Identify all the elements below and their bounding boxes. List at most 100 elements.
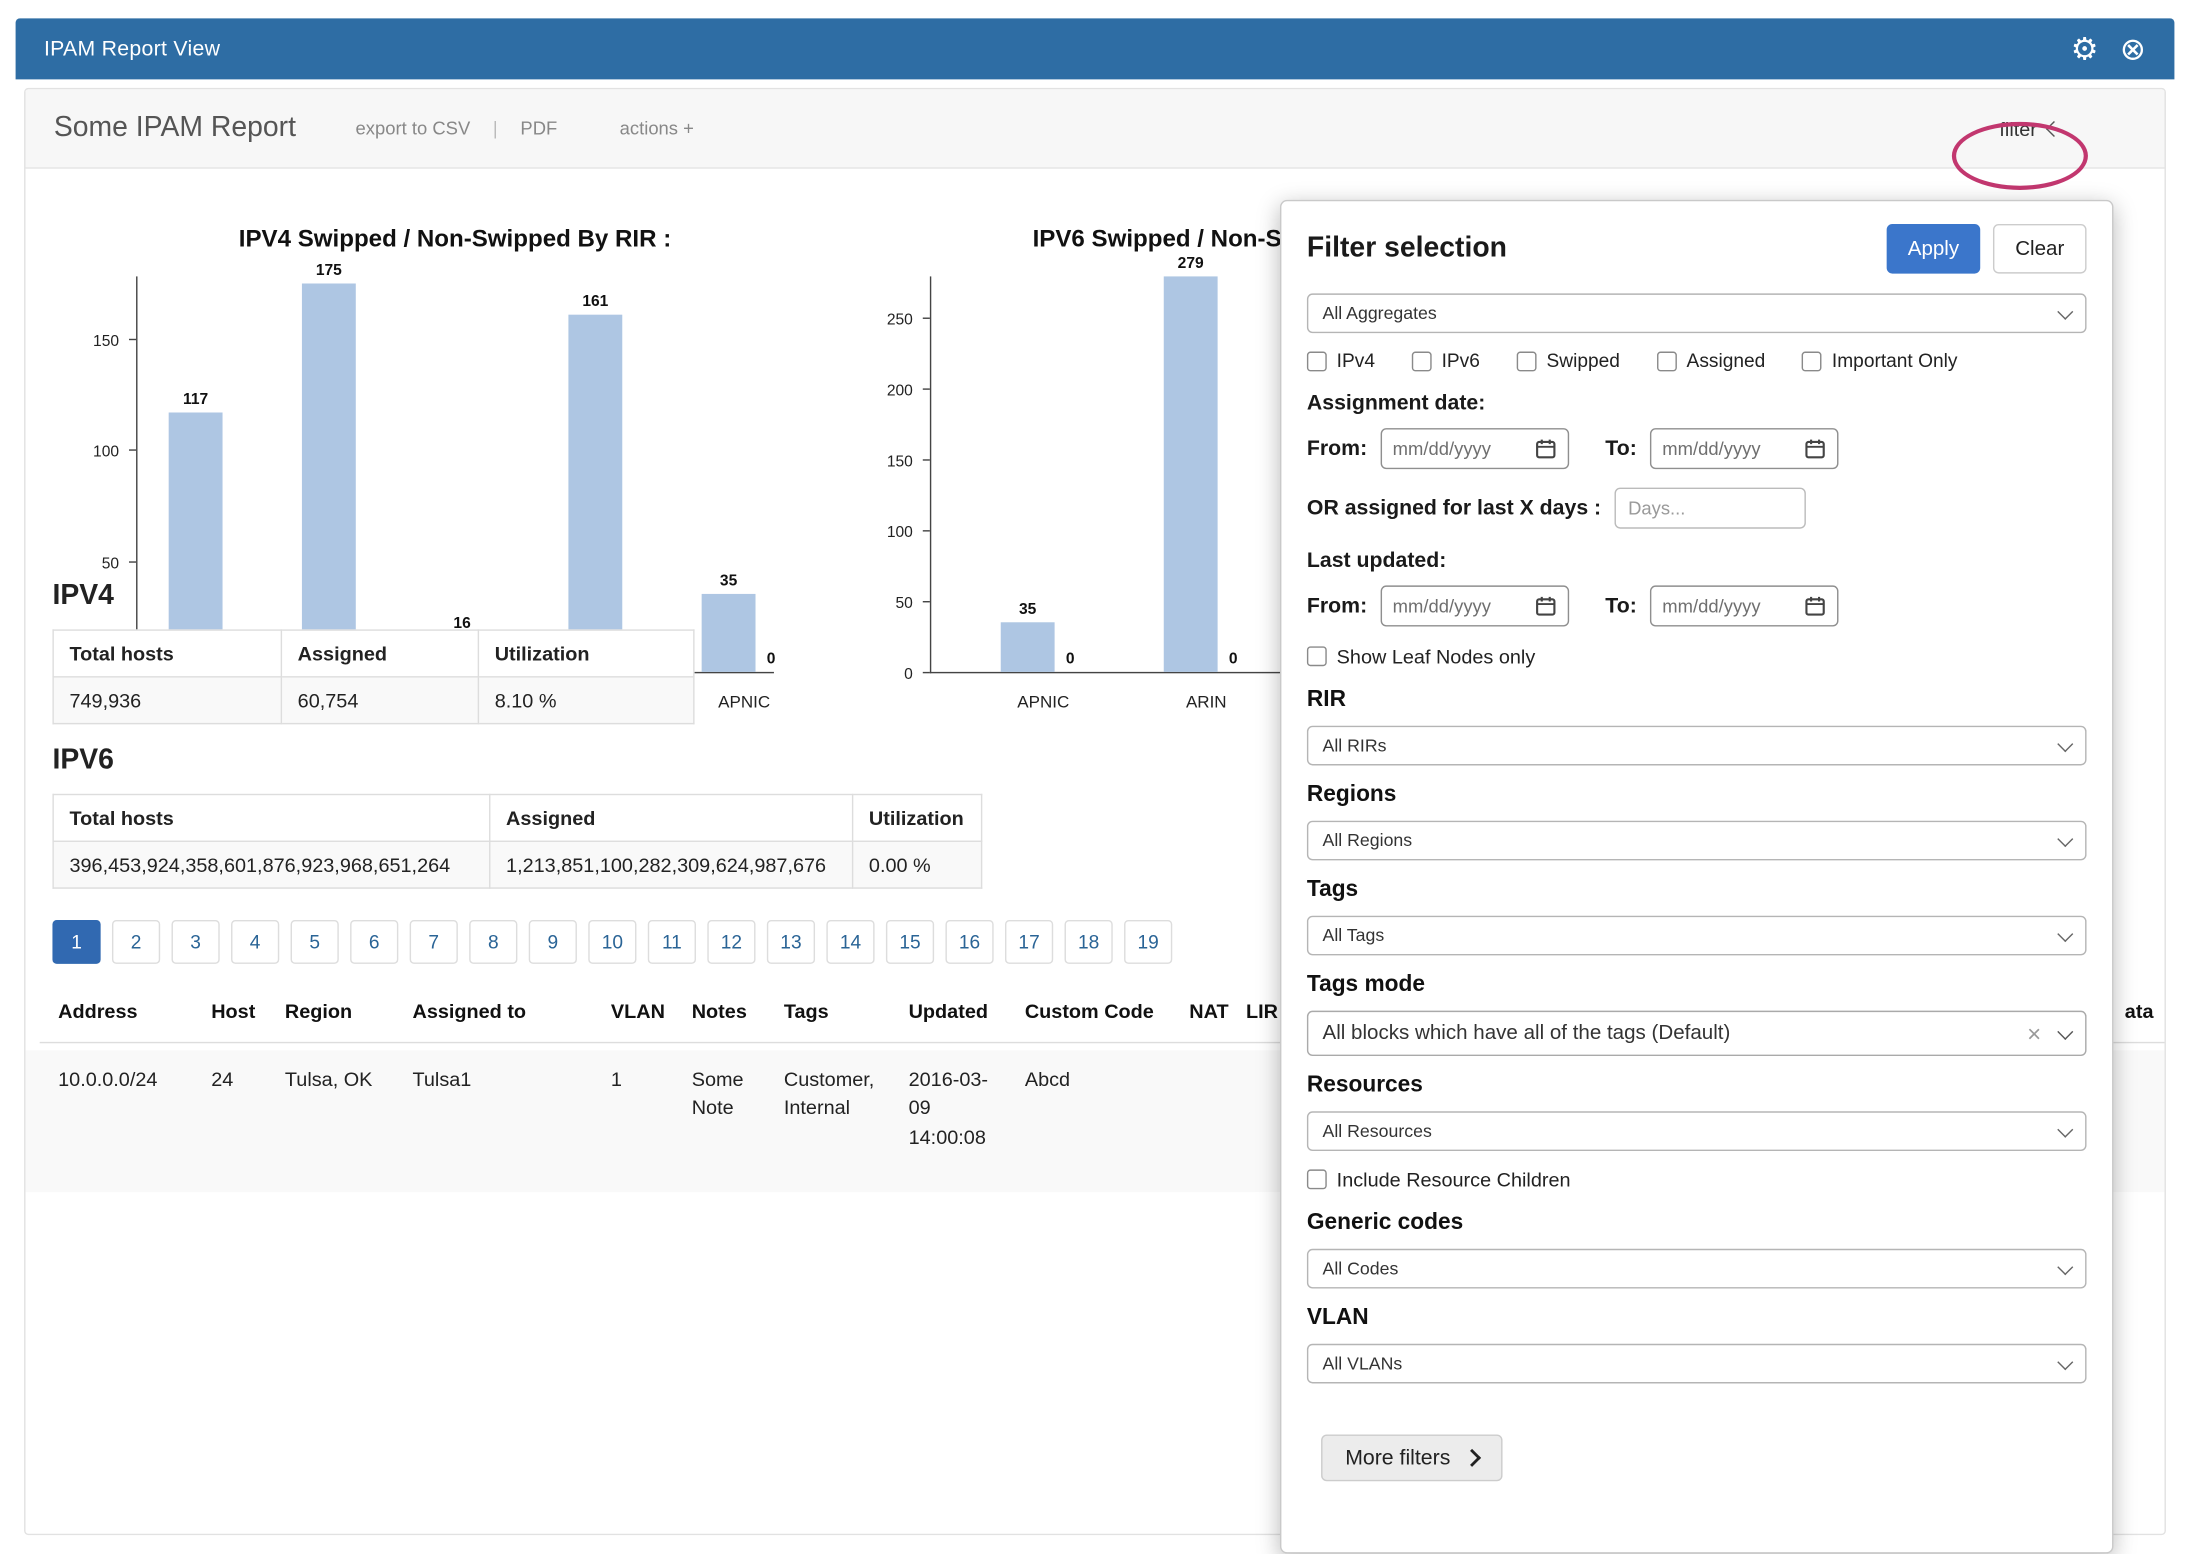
ipv6-header-row: Total hosts Assigned Utilization	[53, 794, 981, 841]
page-button-8[interactable]: 8	[469, 920, 517, 964]
x-category-label: ARIN	[1140, 692, 1273, 712]
to-label: To:	[1605, 437, 1636, 461]
resources-select[interactable]: All Resources	[1307, 1111, 2087, 1151]
titlebar-icons: ⚙ ⊗	[2071, 33, 2146, 64]
page-button-11[interactable]: 11	[648, 920, 696, 964]
leaf-nodes-label: Show Leaf Nodes only	[1337, 645, 1536, 668]
pdf-link[interactable]: PDF	[520, 118, 557, 139]
page-button-19[interactable]: 19	[1124, 920, 1172, 964]
checkbox-icon	[1802, 351, 1822, 371]
bar-value-label: 279	[1148, 255, 1233, 272]
tags-value: All Tags	[1323, 926, 1385, 946]
ipv6-col-total-hosts: Total hosts	[53, 794, 490, 841]
assigned-last-days-row: OR assigned for last X days :	[1307, 488, 2087, 529]
page-button-15[interactable]: 15	[886, 920, 934, 964]
or-days-label: OR assigned for last X days :	[1307, 496, 1601, 520]
page-button-4[interactable]: 4	[231, 920, 279, 964]
assignment-from-date-input[interactable]: mm/dd/yyyy	[1380, 428, 1569, 469]
table-cell: 1	[611, 1065, 679, 1094]
ipv4-summary-table: Total hosts Assigned Utilization 749,936…	[52, 629, 694, 724]
bar-value-label: 35	[985, 601, 1070, 618]
clear-button[interactable]: Clear	[1993, 224, 2087, 274]
page-button-6[interactable]: 6	[350, 920, 398, 964]
column-header-nat[interactable]: NAT	[1189, 999, 1243, 1022]
filter-checkbox-swipped[interactable]: Swipped	[1517, 350, 1620, 371]
regions-select[interactable]: All Regions	[1307, 821, 2087, 861]
vlan-select[interactable]: All VLANs	[1307, 1344, 2087, 1384]
chevron-left-icon	[2046, 120, 2062, 136]
ipv4-utilization-value: 8.10 %	[478, 677, 693, 724]
column-header-address[interactable]: Address	[58, 999, 200, 1022]
updated-from-date-input[interactable]: mm/dd/yyyy	[1380, 585, 1569, 626]
column-header-region[interactable]: Region	[285, 999, 401, 1022]
page-button-5[interactable]: 5	[291, 920, 339, 964]
filter-panel-title: Filter selection	[1307, 232, 1507, 265]
page-button-12[interactable]: 12	[707, 920, 755, 964]
table-cell: Tulsa1	[412, 1065, 596, 1094]
y-tick-mark	[923, 459, 930, 460]
generic-codes-heading: Generic codes	[1307, 1211, 2087, 1237]
page-button-17[interactable]: 17	[1005, 920, 1053, 964]
page-button-14[interactable]: 14	[826, 920, 874, 964]
more-filters-button[interactable]: More filters	[1321, 1434, 1503, 1481]
ipv6-summary-table: Total hosts Assigned Utilization 396,453…	[52, 794, 982, 889]
y-tick-label: 100	[58, 444, 119, 461]
updated-to-date-input[interactable]: mm/dd/yyyy	[1650, 585, 1839, 626]
page-button-2[interactable]: 2	[112, 920, 160, 964]
y-tick-label: 0	[852, 666, 913, 683]
clear-x-icon[interactable]: ×	[2027, 1021, 2041, 1045]
days-input[interactable]	[1614, 488, 1805, 529]
column-header-vlan[interactable]: VLAN	[611, 999, 679, 1022]
vlan-value: All VLANs	[1323, 1354, 1403, 1374]
column-header-custom-code[interactable]: Custom Code	[1025, 999, 1178, 1022]
column-header-tags[interactable]: Tags	[784, 999, 897, 1022]
date-placeholder: mm/dd/yyyy	[1393, 595, 1491, 616]
assignment-to-date-input[interactable]: mm/dd/yyyy	[1650, 428, 1839, 469]
leaf-nodes-checkbox[interactable]: Show Leaf Nodes only	[1307, 645, 2087, 668]
actions-menu-link[interactable]: actions +	[620, 118, 694, 139]
toolbar-separator: |	[493, 118, 498, 139]
y-tick-label: 50	[58, 555, 119, 572]
page-button-3[interactable]: 3	[172, 920, 220, 964]
close-icon[interactable]: ⊗	[2120, 33, 2146, 64]
filter-checkbox-ipv6[interactable]: IPv6	[1412, 350, 1480, 371]
page-button-1[interactable]: 1	[52, 920, 100, 964]
include-resource-children-checkbox[interactable]: Include Resource Children	[1307, 1168, 2087, 1191]
apply-button[interactable]: Apply	[1887, 224, 1981, 274]
calendar-icon	[1534, 438, 1555, 459]
tags-mode-select[interactable]: All blocks which have all of the tags (D…	[1307, 1011, 2087, 1056]
aggregates-select[interactable]: All Aggregates	[1307, 293, 2087, 333]
ipv4-assigned-value: 60,754	[281, 677, 478, 724]
export-csv-link[interactable]: export to CSV	[356, 118, 471, 139]
column-header-host[interactable]: Host	[211, 999, 268, 1022]
column-header-updated[interactable]: Updated	[909, 999, 1000, 1022]
page-button-18[interactable]: 18	[1065, 920, 1113, 964]
rir-select[interactable]: All RIRs	[1307, 726, 2087, 766]
page-button-9[interactable]: 9	[529, 920, 577, 964]
filter-checkbox-ipv4[interactable]: IPv4	[1307, 350, 1375, 371]
include-resource-children-label: Include Resource Children	[1337, 1168, 1571, 1191]
table-cell: 24	[211, 1065, 268, 1094]
regions-value: All Regions	[1323, 831, 1413, 851]
column-header-assigned-to[interactable]: Assigned to	[412, 999, 596, 1022]
y-tick-mark	[923, 530, 930, 531]
bar-value-label: 175	[286, 262, 371, 279]
page-button-10[interactable]: 10	[588, 920, 636, 964]
chart-title: IPV4 Swipped / Non-Swipped By RIR :	[58, 225, 852, 253]
page-button-7[interactable]: 7	[410, 920, 458, 964]
y-tick-label: 100	[852, 524, 913, 541]
page-button-16[interactable]: 16	[945, 920, 993, 964]
tags-heading: Tags	[1307, 877, 2087, 903]
table-cell: 2016-03-09 14:00:08	[909, 1065, 1000, 1151]
filter-checkbox-important-only[interactable]: Important Only	[1802, 350, 1957, 371]
ipv4-heading: IPV4	[52, 580, 694, 613]
settings-gear-icon[interactable]: ⚙	[2071, 33, 2099, 64]
last-updated-label: Last updated:	[1307, 549, 2087, 573]
ipv4-col-utilization: Utilization	[478, 630, 693, 677]
tags-select[interactable]: All Tags	[1307, 916, 2087, 956]
page-button-13[interactable]: 13	[767, 920, 815, 964]
filter-toggle-button[interactable]: filter	[1999, 117, 2059, 140]
filter-checkbox-assigned[interactable]: Assigned	[1657, 350, 1766, 371]
column-header-notes[interactable]: Notes	[692, 999, 766, 1022]
generic-codes-select[interactable]: All Codes	[1307, 1249, 2087, 1289]
